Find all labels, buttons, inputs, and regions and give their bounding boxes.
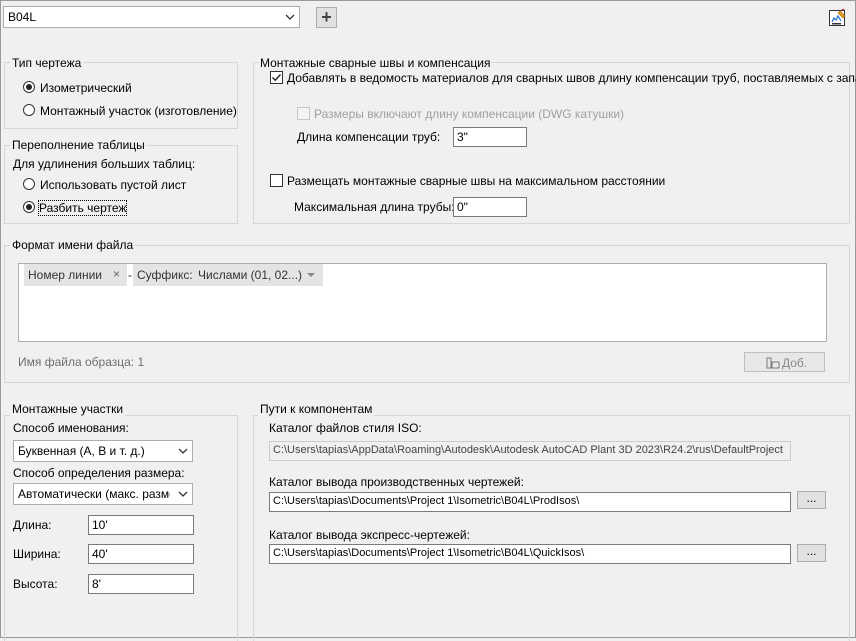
radio-split-drawing-label[interactable]: Разбить чертеж: [37, 200, 128, 216]
checkmark-icon: [272, 74, 282, 82]
plus-icon: +: [321, 7, 332, 27]
width-input[interactable]: 40': [88, 544, 194, 564]
sizing-method-label: Способ определения размера:: [13, 466, 185, 480]
sizing-method-select[interactable]: Автоматически (макс. размер: [13, 483, 193, 505]
chevron-down-icon: [178, 491, 188, 497]
quick-browse-button[interactable]: ...: [797, 544, 826, 562]
prod-output-label: Каталог вывода производственных чертежей…: [269, 475, 524, 489]
filename-format-title: Формат имени файла: [10, 238, 136, 252]
length-label: Длина:: [13, 518, 52, 532]
chevron-down-icon: [285, 14, 295, 20]
drawing-type-title: Тип чертежа: [10, 56, 84, 70]
chip-line-number-label: Номер линии: [28, 268, 103, 282]
naming-method-select[interactable]: Буквенная (А, В и т. д.): [13, 440, 193, 462]
compensation-length-input[interactable]: 3": [453, 127, 527, 147]
compensation-length-label: Длина компенсации труб:: [297, 130, 441, 144]
sample-filename: Имя файла образца: 1: [18, 355, 145, 369]
radio-spool-fabrication[interactable]: [23, 104, 35, 116]
iso-style-selector[interactable]: B04L: [3, 6, 300, 28]
prod-browse-button[interactable]: ...: [797, 491, 826, 509]
add-compensation-checkbox[interactable]: [270, 71, 283, 84]
naming-method-label: Способ именования:: [13, 421, 129, 435]
max-pipe-length-input[interactable]: 0": [453, 197, 527, 217]
edit-settings-icon[interactable]: [828, 8, 847, 28]
sizing-method-value: Автоматически (макс. размер: [18, 487, 170, 501]
iso-style-folder-input: C:\Users\tapias\AppData\Roaming\Autodesk…: [269, 441, 791, 461]
iso-style-folder-label: Каталог файлов стиля ISO:: [269, 421, 422, 435]
chip-suffix[interactable]: Суффикс: Числами (01, 02...): [133, 264, 323, 286]
close-icon[interactable]: ×: [113, 267, 120, 281]
radio-use-blank-sheet[interactable]: [23, 178, 35, 190]
radio-isometric-label[interactable]: Изометрический: [40, 81, 132, 95]
table-overflow-prompt: Для удлинения больших таблиц:: [13, 157, 196, 171]
add-token-icon: [766, 357, 780, 369]
add-button-label: Доб.: [782, 356, 808, 370]
radio-spool-fabrication-label[interactable]: Монтажный участок (изготовление): [40, 104, 237, 118]
chevron-down-icon: [307, 273, 315, 277]
suffix-value: Числами (01, 02...): [198, 268, 303, 282]
iso-style-selector-value: B04L: [8, 10, 37, 24]
naming-method-value: Буквенная (А, В и т. д.): [18, 444, 145, 458]
place-max-distance-label[interactable]: Размещать монтажные сварные швы на макси…: [287, 174, 665, 188]
quick-output-label: Каталог вывода экспресс-чертежей:: [269, 528, 470, 542]
height-input[interactable]: 8': [88, 574, 194, 594]
radio-use-blank-sheet-label[interactable]: Использовать пустой лист: [40, 178, 186, 192]
drawing-type-group: [4, 62, 238, 129]
length-input[interactable]: 10': [88, 515, 194, 535]
max-pipe-length-label: Максимальная длина трубы:: [294, 200, 455, 214]
suffix-label: Суффикс:: [137, 268, 193, 282]
field-welds-title: Монтажные сварные швы и компенсация: [258, 56, 493, 70]
chevron-down-icon: [178, 448, 188, 454]
radio-isometric[interactable]: [23, 81, 35, 93]
prod-output-input[interactable]: C:\Users\tapias\Documents\Project 1\Isom…: [269, 492, 791, 512]
dims-include-checkbox: [297, 107, 310, 120]
table-overflow-title: Переполнение таблицы: [10, 138, 147, 152]
chip-line-number[interactable]: Номер линии ×: [24, 264, 127, 286]
place-max-distance-checkbox[interactable]: [270, 174, 283, 187]
width-label: Ширина:: [13, 547, 61, 561]
add-compensation-label[interactable]: Добавлять в ведомость материалов для сва…: [287, 71, 856, 85]
height-label: Высота:: [13, 577, 58, 591]
paths-title: Пути к компонентам: [258, 402, 375, 416]
add-style-button[interactable]: +: [316, 7, 337, 28]
dims-include-label: Размеры включают длину компенсации (DWG …: [314, 107, 625, 121]
add-button[interactable]: Доб.: [744, 352, 825, 372]
quick-output-input[interactable]: C:\Users\tapias\Documents\Project 1\Isom…: [269, 544, 791, 564]
spools-title: Монтажные участки: [10, 402, 126, 416]
filename-separator: -: [128, 268, 132, 282]
radio-split-drawing[interactable]: [23, 201, 35, 213]
